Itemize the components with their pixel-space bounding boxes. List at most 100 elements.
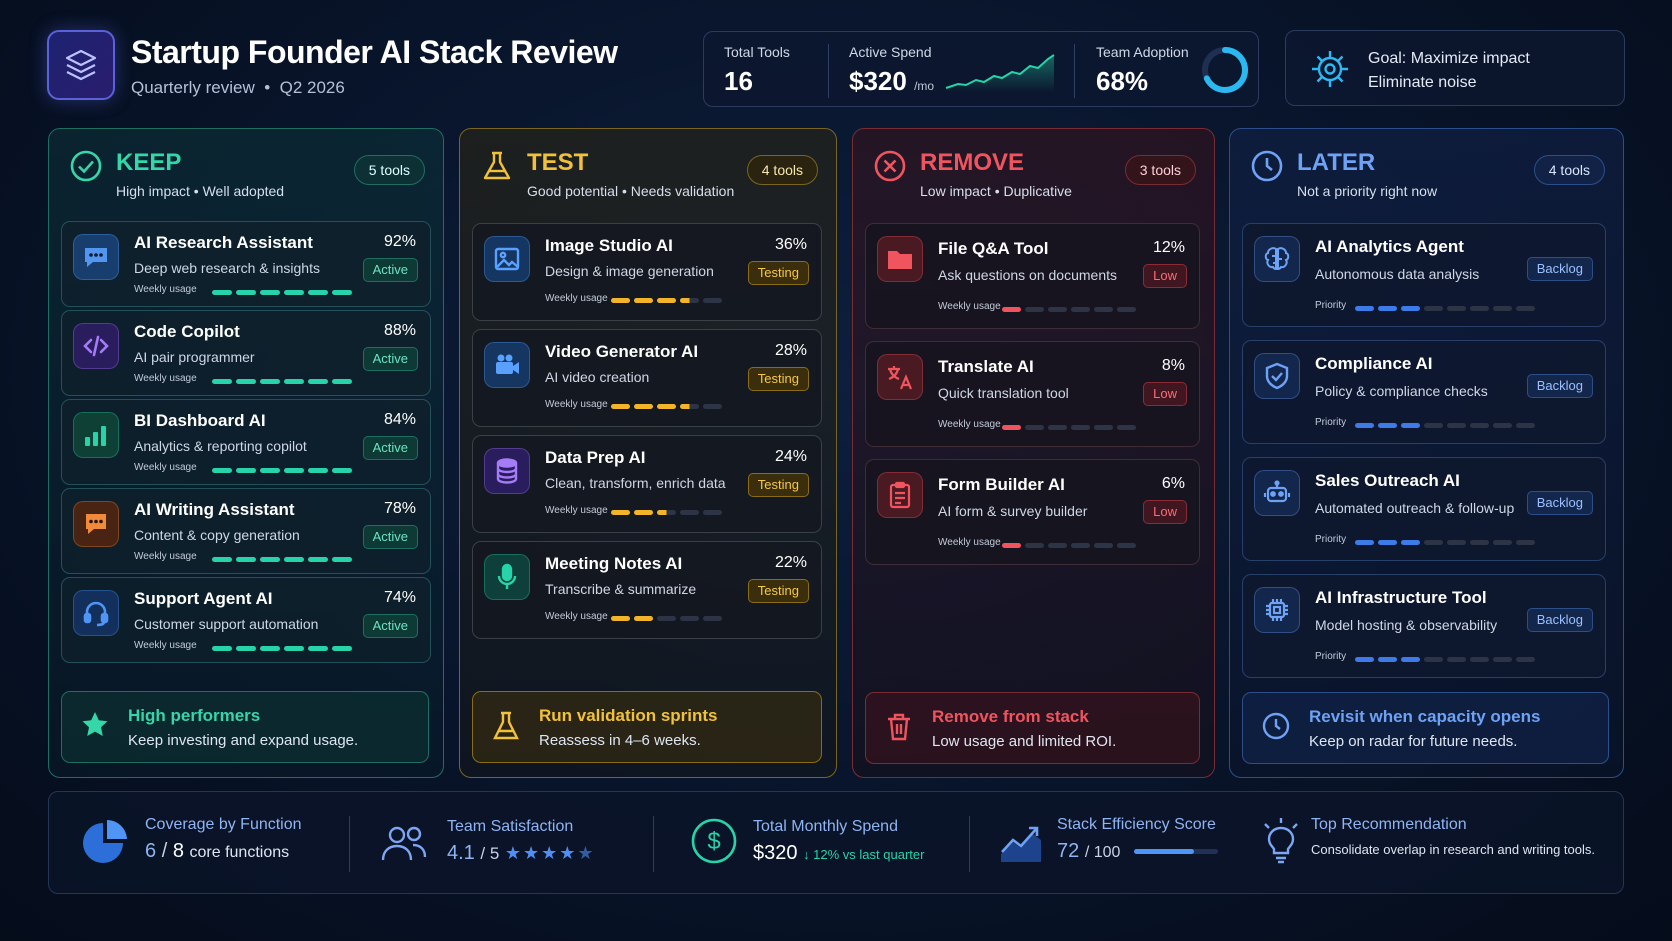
tool-description: Customer support automation bbox=[134, 616, 319, 632]
usage-segment bbox=[1447, 306, 1466, 311]
tool-name: AI Infrastructure Tool bbox=[1315, 588, 1487, 607]
tool-description: Clean, transform, enrich data bbox=[545, 475, 726, 491]
status-badge: Active bbox=[362, 347, 418, 371]
summary-footer: Coverage by Function 6 / 8 core function… bbox=[48, 791, 1624, 894]
usage-segment bbox=[1516, 657, 1535, 662]
trend-up-icon bbox=[1001, 826, 1041, 862]
keep-tool-card[interactable]: BI Dashboard AI Analytics & reporting cop… bbox=[61, 399, 431, 485]
usage-segment bbox=[680, 616, 699, 621]
usage-segment bbox=[611, 510, 630, 515]
later-tool-card[interactable]: Compliance AI Policy & compliance checks B… bbox=[1242, 340, 1606, 444]
usage-segment bbox=[1401, 306, 1420, 311]
code-icon bbox=[73, 323, 119, 369]
keep-tool-card[interactable]: AI Research Assistant Deep web research &… bbox=[61, 221, 431, 307]
usage-label: Priority bbox=[1315, 651, 1347, 662]
usage-segment bbox=[260, 468, 280, 473]
goal-line-2: Eliminate noise bbox=[1368, 74, 1477, 91]
remove-tool-card[interactable]: Translate AI Quick translation tool 8% Low W… bbox=[865, 341, 1200, 447]
keep-tool-card[interactable]: Support Agent AI Customer support automat… bbox=[61, 577, 431, 663]
test-tool-card[interactable]: Meeting Notes AI Transcribe & summarize 22… bbox=[472, 541, 822, 639]
usage-segment bbox=[284, 646, 304, 651]
footer-title: Remove from stack bbox=[932, 707, 1089, 726]
test-tool-card[interactable]: Image Studio AI Design & image generation… bbox=[472, 223, 822, 321]
usage-segment bbox=[703, 510, 722, 515]
tool-percentage: 88% bbox=[383, 322, 416, 339]
active-spend-stat: Active Spend $320 /mo bbox=[849, 44, 935, 96]
test-tool-card[interactable]: Data Prep AI Clean, transform, enrich dat… bbox=[472, 435, 822, 533]
usage-meter bbox=[212, 290, 352, 295]
usage-label: Weekly usage bbox=[938, 301, 1001, 312]
remove-tool-card[interactable]: Form Builder AI AI form & survey builder 6… bbox=[865, 459, 1200, 565]
usage-segment bbox=[1025, 425, 1044, 430]
lightbulb-icon bbox=[1264, 818, 1298, 864]
keep-tool-card[interactable]: Code Copilot AI pair programmer 88% Active W… bbox=[61, 310, 431, 396]
later-tool-card[interactable]: Sales Outreach AI Automated outreach & fo… bbox=[1242, 457, 1606, 561]
tool-percentage: 8% bbox=[1161, 357, 1185, 374]
test-tool-card[interactable]: Video Generator AI AI video creation 28% Te… bbox=[472, 329, 822, 427]
tool-name: BI Dashboard AI bbox=[134, 411, 266, 430]
status-badge: Low bbox=[1143, 382, 1187, 406]
test-subtitle: Good potential • Needs validation bbox=[527, 183, 735, 199]
tool-name: Sales Outreach AI bbox=[1315, 471, 1460, 490]
usage-label: Priority bbox=[1315, 300, 1347, 311]
status-badge: Backlog bbox=[1526, 491, 1593, 515]
keep-column: KEEP High impact • Well adopted 5 tools … bbox=[48, 128, 444, 778]
usage-segment bbox=[1094, 543, 1113, 548]
status-badge: Backlog bbox=[1526, 257, 1593, 281]
usage-segment bbox=[212, 557, 232, 562]
usage-meter bbox=[1002, 307, 1136, 312]
tool-description: AI form & survey builder bbox=[938, 503, 1088, 519]
usage-segment bbox=[1447, 657, 1466, 662]
usage-segment bbox=[1002, 543, 1021, 548]
tool-description: Ask questions on documents bbox=[938, 267, 1117, 283]
tool-name: File Q&A Tool bbox=[938, 239, 1049, 258]
chat-icon bbox=[73, 234, 119, 280]
usage-segment bbox=[260, 290, 280, 295]
goal-line-1: Goal: Maximize impact bbox=[1368, 50, 1530, 67]
usage-segment bbox=[1493, 657, 1512, 662]
usage-segment bbox=[1071, 543, 1090, 548]
usage-label: Weekly usage bbox=[134, 373, 197, 384]
remove-tool-card[interactable]: File Q&A Tool Ask questions on documents 1… bbox=[865, 223, 1200, 329]
image-icon bbox=[484, 236, 530, 282]
usage-meter bbox=[611, 616, 722, 621]
usage-segment bbox=[212, 379, 232, 384]
status-badge: Backlog bbox=[1526, 608, 1593, 632]
test-column: TEST Good potential • Needs validation 4… bbox=[459, 128, 837, 778]
later-tool-card[interactable]: AI Infrastructure Tool Model hosting & ob… bbox=[1242, 574, 1606, 678]
tool-percentage: 78% bbox=[383, 500, 416, 517]
flask-icon bbox=[483, 151, 511, 180]
usage-meter bbox=[212, 646, 352, 651]
users-icon bbox=[381, 826, 427, 861]
tool-description: Content & copy generation bbox=[134, 527, 300, 543]
usage-segment bbox=[332, 290, 352, 295]
usage-segment bbox=[634, 616, 653, 621]
translate-icon bbox=[877, 354, 923, 400]
footer-description: Keep investing and expand usage. bbox=[128, 732, 359, 749]
usage-segment bbox=[1470, 540, 1489, 545]
tool-description: Quick translation tool bbox=[938, 385, 1069, 401]
efficiency-bar bbox=[1133, 849, 1218, 855]
star-rating: ★★★★★ bbox=[504, 843, 596, 863]
usage-segment bbox=[1378, 423, 1397, 428]
later-tool-card[interactable]: AI Analytics Agent Autonomous data analys… bbox=[1242, 223, 1606, 327]
goal-panel: Goal: Maximize impact Eliminate noise bbox=[1285, 30, 1625, 106]
usage-segment bbox=[1493, 540, 1512, 545]
keep-title: KEEP bbox=[116, 149, 182, 176]
tool-percentage: 36% bbox=[774, 236, 807, 253]
usage-segment bbox=[703, 404, 722, 409]
keep-tool-card[interactable]: AI Writing Assistant Content & copy gener… bbox=[61, 488, 431, 574]
trash-icon bbox=[888, 713, 910, 741]
total-spend-value: $320 bbox=[753, 842, 798, 864]
usage-segment bbox=[236, 557, 256, 562]
usage-segment bbox=[1516, 423, 1535, 428]
tool-percentage: 74% bbox=[383, 589, 416, 606]
usage-segment bbox=[1025, 543, 1044, 548]
tool-name: Compliance AI bbox=[1315, 354, 1433, 373]
footer-description: Low usage and limited ROI. bbox=[932, 733, 1117, 750]
tool-percentage: 84% bbox=[383, 411, 416, 428]
usage-segment bbox=[1025, 307, 1044, 312]
tool-percentage: 12% bbox=[1152, 239, 1185, 256]
usage-segment bbox=[332, 557, 352, 562]
tool-name: Image Studio AI bbox=[545, 236, 673, 255]
